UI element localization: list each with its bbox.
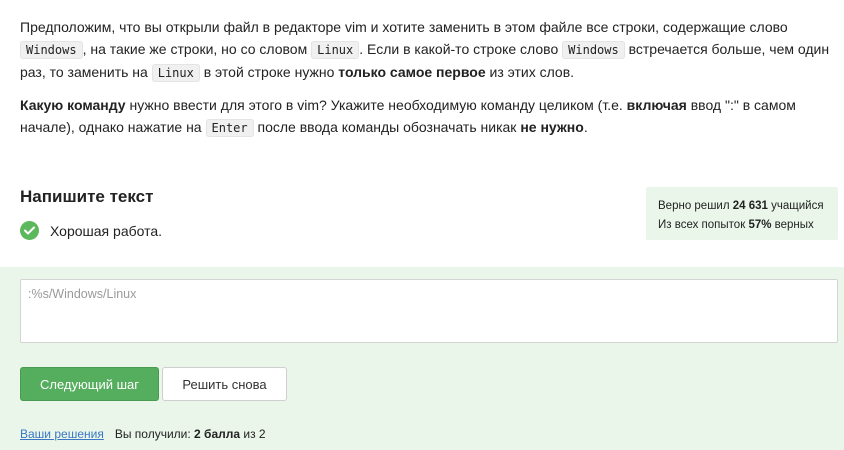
stats-attempts-suffix: верных bbox=[771, 219, 814, 231]
inline-code: Linux bbox=[311, 41, 360, 59]
bold-text: только самое первое bbox=[338, 64, 486, 80]
task-paragraph-1: Предположим, что вы открыли файл в редак… bbox=[20, 16, 840, 84]
section-title: Напишите текст bbox=[20, 187, 154, 206]
stats-solved-count: 24 631 bbox=[732, 200, 768, 212]
bold-text: Какую команду bbox=[20, 97, 126, 113]
inline-code: Enter bbox=[205, 119, 254, 137]
your-solutions-link[interactable]: Ваши решения bbox=[20, 427, 104, 441]
bold-text: включая bbox=[626, 97, 687, 113]
stats-solved: Верно решил 24 631 учащийся bbox=[658, 197, 826, 216]
inline-code: Linux bbox=[151, 64, 200, 82]
text-run: после ввода команды обозначать никак bbox=[253, 119, 521, 135]
text-run: . Если в какой-то строке слово bbox=[359, 41, 563, 57]
task-paragraph-2: Какую команду нужно ввести для этого в v… bbox=[20, 94, 840, 139]
stats-solved-suffix: учащийся bbox=[767, 200, 824, 212]
stats-panel: Верно решил 24 631 учащийся Из всех попы… bbox=[646, 187, 838, 240]
stats-attempts-prefix: Из всех попыток bbox=[658, 219, 749, 231]
text-run: в этой строке нужно bbox=[199, 64, 339, 80]
text-run: Предположим, что вы открыли файл в редак… bbox=[20, 19, 788, 35]
answer-textarea[interactable]: :%s/Windows/Linux bbox=[20, 279, 838, 343]
stats-attempts: Из всех попыток 57% верных bbox=[658, 216, 826, 235]
inline-code: Windows bbox=[20, 41, 83, 59]
check-circle-icon bbox=[20, 221, 39, 240]
text-run: нужно ввести для этого в vim? Укажите не… bbox=[125, 97, 627, 113]
feedback-text: Хорошая работа. bbox=[50, 222, 163, 239]
score-text: Вы получили: 2 балла из 2 bbox=[115, 427, 266, 441]
text-run: , на такие же строки, но со словом bbox=[82, 41, 312, 57]
text-run: . bbox=[583, 119, 588, 135]
score-suffix: из 2 bbox=[240, 427, 266, 441]
task-description: Предположим, что вы открыли файл в редак… bbox=[20, 16, 840, 149]
text-run: из этих слов. bbox=[485, 64, 575, 80]
retry-button[interactable]: Решить снова bbox=[162, 367, 287, 401]
stats-solved-prefix: Верно решил bbox=[658, 200, 733, 212]
stats-attempts-percent: 57% bbox=[748, 219, 772, 231]
inline-code: Windows bbox=[562, 41, 625, 59]
bold-text: не нужно bbox=[520, 119, 584, 135]
next-step-button[interactable]: Следующий шаг bbox=[20, 367, 159, 401]
feedback-message: Хорошая работа. bbox=[20, 221, 162, 240]
score-prefix: Вы получили: bbox=[114, 427, 195, 441]
score-value: 2 балла bbox=[194, 427, 241, 441]
footer: Ваши решения Вы получили: 2 балла из 2 bbox=[20, 427, 266, 441]
